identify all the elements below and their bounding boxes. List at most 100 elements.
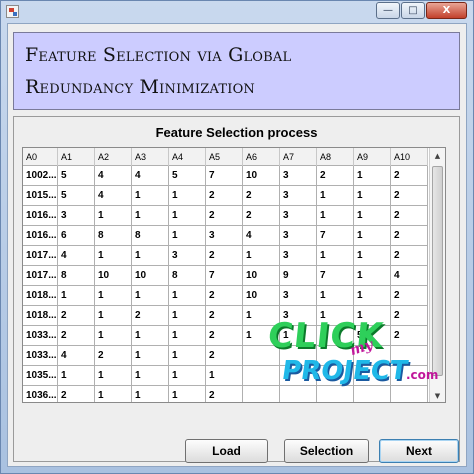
table-cell[interactable]	[391, 346, 428, 366]
table-cell[interactable]: 4	[58, 346, 95, 366]
load-button[interactable]: Load	[185, 439, 268, 463]
scroll-down-icon[interactable]: ▼	[430, 388, 445, 402]
table-cell[interactable]: 1	[354, 266, 391, 286]
table-cell[interactable]	[317, 386, 354, 402]
table-row[interactable]: 1018... 1 1 1 1 2 10 3 1 1 2	[23, 286, 428, 306]
table-cell[interactable]: 2	[243, 186, 280, 206]
table-cell[interactable]: 1033...	[23, 346, 58, 366]
table-cell[interactable]: 1018...	[23, 306, 58, 326]
table-row[interactable]: 1015... 5 4 1 1 2 2 3 1 1 2	[23, 186, 428, 206]
table-cell[interactable]: 5	[58, 186, 95, 206]
table-cell[interactable]: 1	[95, 206, 132, 226]
table-cell[interactable]: 2	[391, 186, 428, 206]
close-button[interactable]: X	[426, 2, 467, 19]
table-cell[interactable]: 1	[354, 306, 391, 326]
table-cell[interactable]: 7	[317, 226, 354, 246]
table-cell[interactable]: 10	[243, 266, 280, 286]
table-cell[interactable]: 3	[280, 226, 317, 246]
table-cell[interactable]	[391, 366, 428, 386]
table-cell[interactable]: 5	[169, 166, 206, 186]
table-cell[interactable]: 2	[132, 306, 169, 326]
table-cell[interactable]: 1	[95, 326, 132, 346]
table-cell[interactable]: 2	[206, 326, 243, 346]
table-cell[interactable]: 1	[132, 326, 169, 346]
table-cell[interactable]	[243, 346, 280, 366]
table-cell[interactable]	[354, 386, 391, 402]
table-cell[interactable]: 1	[169, 206, 206, 226]
table-cell[interactable]: 1	[132, 206, 169, 226]
table-cell[interactable]: 1	[354, 166, 391, 186]
table-cell[interactable]: 1	[354, 226, 391, 246]
table-cell[interactable]: 3	[280, 246, 317, 266]
table-cell[interactable]: 3	[280, 286, 317, 306]
table-cell[interactable]	[280, 386, 317, 402]
table-cell[interactable]: 1	[95, 286, 132, 306]
table-cell[interactable]: 10	[243, 286, 280, 306]
table-cell[interactable]: 2	[206, 206, 243, 226]
table-cell[interactable]: 1	[354, 286, 391, 306]
table-cell[interactable]: 2	[95, 346, 132, 366]
table-cell[interactable]	[317, 346, 354, 366]
table-cell[interactable]: 4	[95, 186, 132, 206]
table-cell[interactable]: 4	[132, 166, 169, 186]
table-cell[interactable]: 1017...	[23, 246, 58, 266]
table-row[interactable]: 1018... 2 1 2 1 2 1 3 1 1 2	[23, 306, 428, 326]
table-cell[interactable]: 2	[243, 206, 280, 226]
table-cell[interactable]: 1	[95, 386, 132, 402]
table-row[interactable]: 1035... 1 1 1 1 1	[23, 366, 428, 386]
table-cell[interactable]: 1	[169, 306, 206, 326]
table-cell[interactable]: 1	[280, 326, 317, 346]
table-cell[interactable]: 2	[206, 346, 243, 366]
table-cell[interactable]: 1	[206, 366, 243, 386]
table-cell[interactable]: 1	[317, 306, 354, 326]
data-table[interactable]: A0 A1 A2 A3 A4 A5 A6 A7 A8 A9 A10 1002... 5 4 4 5 7 10 3 2…	[22, 147, 446, 403]
table-cell[interactable]	[354, 346, 391, 366]
next-button[interactable]: Next	[379, 439, 459, 463]
table-cell[interactable]: 3	[280, 206, 317, 226]
table-cell[interactable]: 1	[354, 246, 391, 266]
table-cell[interactable]: 2	[317, 166, 354, 186]
table-cell[interactable]: 1	[354, 186, 391, 206]
column-header[interactable]: A10	[391, 148, 428, 166]
table-cell[interactable]: 8	[132, 226, 169, 246]
table-cell[interactable]: 7	[206, 266, 243, 286]
table-cell[interactable]: 3	[169, 246, 206, 266]
table-cell[interactable]: 2	[58, 386, 95, 402]
table-cell[interactable]: 1	[132, 186, 169, 206]
table-cell[interactable]: 2	[391, 226, 428, 246]
table-cell[interactable]	[391, 386, 428, 402]
table-cell[interactable]: 7	[317, 266, 354, 286]
table-cell[interactable]: 2	[391, 306, 428, 326]
table-cell[interactable]: 3	[206, 226, 243, 246]
table-cell[interactable]: 1	[243, 306, 280, 326]
table-cell[interactable]: 3	[280, 166, 317, 186]
table-cell[interactable]: 1	[317, 186, 354, 206]
table-row[interactable]: 1017... 4 1 1 3 2 1 3 1 1 2	[23, 246, 428, 266]
table-cell[interactable]: 1	[317, 206, 354, 226]
table-cell[interactable]: 8	[58, 266, 95, 286]
column-header[interactable]: A0	[23, 148, 58, 166]
table-cell[interactable]: 4	[95, 166, 132, 186]
table-cell[interactable]: 1	[95, 306, 132, 326]
table-row[interactable]: 1016... 3 1 1 1 2 2 3 1 1 2	[23, 206, 428, 226]
table-cell[interactable]: 1035...	[23, 366, 58, 386]
table-cell[interactable]: 1036...	[23, 386, 58, 402]
table-cell[interactable]: 4	[391, 266, 428, 286]
table-cell[interactable]: 1	[132, 366, 169, 386]
table-cell[interactable]: 1033...	[23, 326, 58, 346]
table-cell[interactable]: 1	[132, 386, 169, 402]
column-header[interactable]: A9	[354, 148, 391, 166]
table-cell[interactable]	[280, 366, 317, 386]
table-cell[interactable]: 7	[206, 166, 243, 186]
vertical-scrollbar[interactable]: ▲ ▼	[429, 148, 445, 402]
minimize-button[interactable]: —	[376, 2, 400, 19]
table-cell[interactable]: 1	[317, 326, 354, 346]
table-cell[interactable]: 1	[169, 346, 206, 366]
table-cell[interactable]: 1002...	[23, 166, 58, 186]
table-cell[interactable]: 4	[58, 246, 95, 266]
table-cell[interactable]: 2	[206, 246, 243, 266]
column-header[interactable]: A7	[280, 148, 317, 166]
table-cell[interactable]: 1015...	[23, 186, 58, 206]
table-cell[interactable]: 1	[169, 326, 206, 346]
column-header[interactable]: A2	[95, 148, 132, 166]
